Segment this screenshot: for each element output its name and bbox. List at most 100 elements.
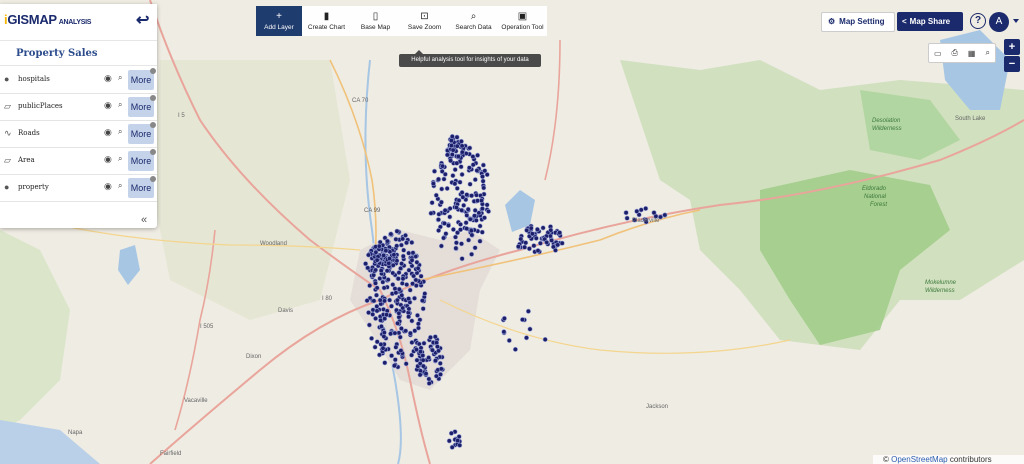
property-point[interactable] (415, 325, 421, 331)
property-point[interactable] (403, 361, 409, 367)
visibility-toggle-icon[interactable]: ◉ (104, 73, 112, 84)
property-point[interactable] (446, 438, 452, 444)
property-point[interactable] (454, 143, 460, 149)
chevron-down-icon[interactable] (1013, 19, 1019, 23)
property-point[interactable] (415, 321, 421, 327)
property-point[interactable] (378, 317, 384, 323)
property-point[interactable] (388, 331, 394, 337)
property-point[interactable] (365, 265, 371, 271)
property-point[interactable] (413, 277, 419, 283)
property-point[interactable] (420, 363, 426, 369)
property-point[interactable] (407, 287, 413, 293)
tool-operation-tool[interactable]: ▣ Operation Tool (498, 6, 547, 36)
layer-row-Roads[interactable]: ∿ Roads ◉ ⌕ More (0, 121, 157, 148)
property-point[interactable] (544, 239, 550, 245)
property-point[interactable] (378, 323, 384, 329)
property-point[interactable] (442, 171, 448, 177)
property-point[interactable] (431, 168, 437, 174)
property-point[interactable] (428, 210, 434, 216)
property-point[interactable] (395, 276, 401, 282)
visibility-toggle-icon[interactable]: ◉ (104, 100, 112, 111)
property-point[interactable] (458, 241, 464, 247)
property-point[interactable] (469, 232, 475, 238)
osm-link[interactable]: OpenStreetMap (891, 455, 947, 464)
property-point[interactable] (454, 160, 460, 166)
zoom-out-button[interactable]: − (1004, 56, 1020, 72)
property-point[interactable] (478, 198, 484, 204)
property-point[interactable] (457, 442, 463, 448)
property-point[interactable] (467, 216, 473, 222)
property-point[interactable] (447, 206, 453, 212)
property-point[interactable] (472, 245, 478, 251)
property-point[interactable] (392, 357, 398, 363)
tool-save-zoom[interactable]: ⊡ Save Zoom (400, 6, 449, 36)
property-point[interactable] (432, 334, 438, 340)
property-point[interactable] (475, 152, 481, 158)
property-point[interactable] (444, 152, 450, 158)
property-point[interactable] (468, 228, 474, 234)
property-point[interactable] (542, 336, 548, 342)
property-point[interactable] (651, 210, 657, 216)
property-point[interactable] (480, 162, 486, 168)
property-point[interactable] (400, 253, 406, 259)
property-point[interactable] (534, 226, 540, 232)
property-point[interactable] (450, 227, 456, 233)
property-point[interactable] (399, 261, 405, 267)
property-point[interactable] (398, 265, 404, 271)
property-point[interactable] (423, 371, 429, 377)
property-point[interactable] (434, 344, 440, 350)
property-point[interactable] (437, 371, 443, 377)
property-point[interactable] (393, 290, 399, 296)
property-point[interactable] (426, 355, 432, 361)
property-point[interactable] (365, 252, 371, 258)
property-point[interactable] (432, 358, 438, 364)
property-point[interactable] (464, 226, 470, 232)
property-point[interactable] (450, 147, 456, 153)
property-point[interactable] (384, 238, 390, 244)
property-point[interactable] (443, 231, 449, 237)
property-point[interactable] (429, 200, 435, 206)
property-point[interactable] (426, 376, 432, 382)
property-point[interactable] (406, 314, 412, 320)
property-point[interactable] (458, 164, 464, 170)
property-point[interactable] (373, 292, 379, 298)
property-point[interactable] (533, 235, 539, 241)
property-point[interactable] (396, 310, 402, 316)
property-point[interactable] (445, 223, 451, 229)
property-point[interactable] (436, 211, 442, 217)
property-point[interactable] (393, 236, 399, 242)
property-point[interactable] (459, 143, 465, 149)
map-share-button[interactable]: < Map Share (897, 12, 963, 31)
property-point[interactable] (459, 172, 465, 178)
property-point[interactable] (526, 246, 532, 252)
map-setting-button[interactable]: ⚙ Map Setting (821, 12, 895, 32)
property-point[interactable] (420, 357, 426, 363)
property-point[interactable] (624, 215, 630, 221)
property-point[interactable] (459, 207, 465, 213)
zoom-to-layer-icon[interactable]: ⌕ (118, 73, 122, 83)
property-point[interactable] (400, 276, 406, 282)
property-point[interactable] (371, 298, 377, 304)
property-point[interactable] (409, 339, 415, 345)
property-point[interactable] (420, 306, 426, 312)
property-point[interactable] (417, 372, 423, 378)
zoom-in-button[interactable]: + (1004, 39, 1020, 55)
property-point[interactable] (466, 165, 472, 171)
property-point[interactable] (447, 214, 453, 220)
property-point[interactable] (634, 208, 640, 214)
property-point[interactable] (400, 236, 406, 242)
property-point[interactable] (407, 330, 413, 336)
property-point[interactable] (523, 335, 529, 341)
property-point[interactable] (465, 206, 471, 212)
property-point[interactable] (433, 192, 439, 198)
property-point[interactable] (384, 268, 390, 274)
property-point[interactable] (476, 210, 482, 216)
property-point[interactable] (417, 349, 423, 355)
property-point[interactable] (482, 168, 488, 174)
property-point[interactable] (515, 244, 521, 250)
property-point[interactable] (386, 255, 392, 261)
property-point[interactable] (512, 346, 518, 352)
property-point[interactable] (549, 237, 555, 243)
property-point[interactable] (506, 337, 512, 343)
property-point[interactable] (537, 240, 543, 246)
